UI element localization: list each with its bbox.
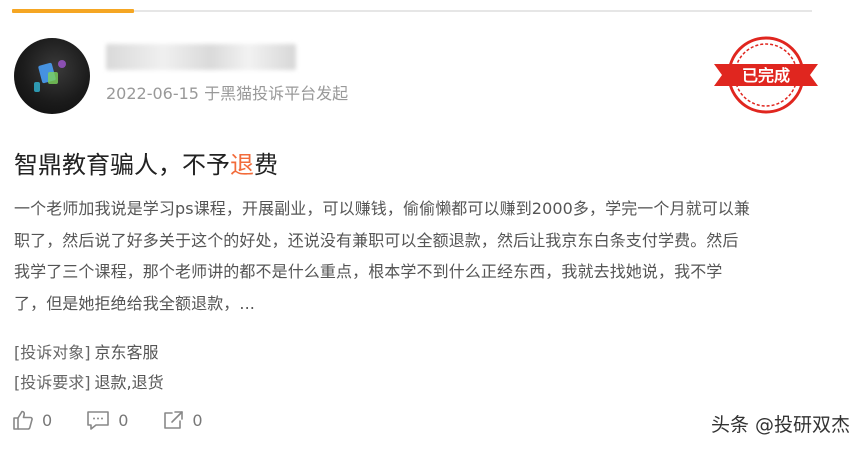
complaint-content[interactable]: 一个老师加我说是学习ps课程，开展副业，可以赚钱，偷偷懒都可以赚到2000多，学… bbox=[14, 193, 834, 319]
like-button[interactable]: 0 bbox=[12, 409, 52, 431]
stamp-label: 已完成 bbox=[742, 66, 790, 85]
content-line: 职了，然后说了好多关于这个的好处，还说没有兼职可以全额退款，然后让我京东白条支付… bbox=[14, 230, 739, 250]
complaint-title[interactable]: 智鼎教育骗人，不予退费 bbox=[14, 145, 278, 180]
complaint-target: [投诉对象] 京东客服 bbox=[14, 338, 164, 368]
comment-button[interactable]: 0 bbox=[86, 409, 128, 431]
avatar[interactable] bbox=[14, 38, 90, 114]
completed-stamp-icon: 已完成 bbox=[714, 36, 818, 114]
share-button[interactable]: 0 bbox=[162, 409, 203, 431]
like-count: 0 bbox=[42, 410, 53, 430]
share-count: 0 bbox=[192, 410, 203, 430]
target-value: 京东客服 bbox=[94, 343, 159, 362]
title-text-1: 智鼎教育骗人，不予 bbox=[14, 151, 230, 179]
action-bar: 0 0 0 bbox=[12, 408, 237, 432]
active-tab-indicator bbox=[12, 9, 134, 13]
content-line: 一个老师加我说是学习ps课程，开展副业，可以赚钱，偷偷懒都可以赚到2000多，学… bbox=[14, 199, 751, 218]
thumbs-up-icon bbox=[13, 410, 33, 430]
username-blurred bbox=[106, 44, 296, 70]
post-meta: 2022-06-15 于黑猫投诉平台发起 bbox=[106, 84, 349, 103]
target-label: [投诉对象] bbox=[14, 343, 91, 362]
complaint-tags: [投诉对象] 京东客服 [投诉要求] 退款,退货 bbox=[14, 338, 164, 398]
comment-icon bbox=[87, 411, 109, 430]
content-line: 我学了三个课程，那个老师讲的都不是什么重点，根本学不到什么正经东西，我就去找她说… bbox=[14, 262, 723, 281]
share-icon bbox=[164, 411, 184, 429]
content-line: 了，但是她拒绝给我全额退款，... bbox=[14, 293, 255, 313]
demand-value: 退款,退货 bbox=[94, 373, 164, 392]
comment-count: 0 bbox=[118, 410, 129, 430]
complaint-header: 2022-06-15 于黑猫投诉平台发起 已完成 bbox=[14, 34, 844, 118]
title-highlight: 退 bbox=[230, 151, 254, 179]
title-text-2: 费 bbox=[254, 151, 278, 179]
demand-label: [投诉要求] bbox=[14, 373, 91, 392]
complaint-demand: [投诉要求] 退款,退货 bbox=[14, 368, 164, 398]
watermark: 头条 @投研双杰 bbox=[710, 414, 850, 436]
